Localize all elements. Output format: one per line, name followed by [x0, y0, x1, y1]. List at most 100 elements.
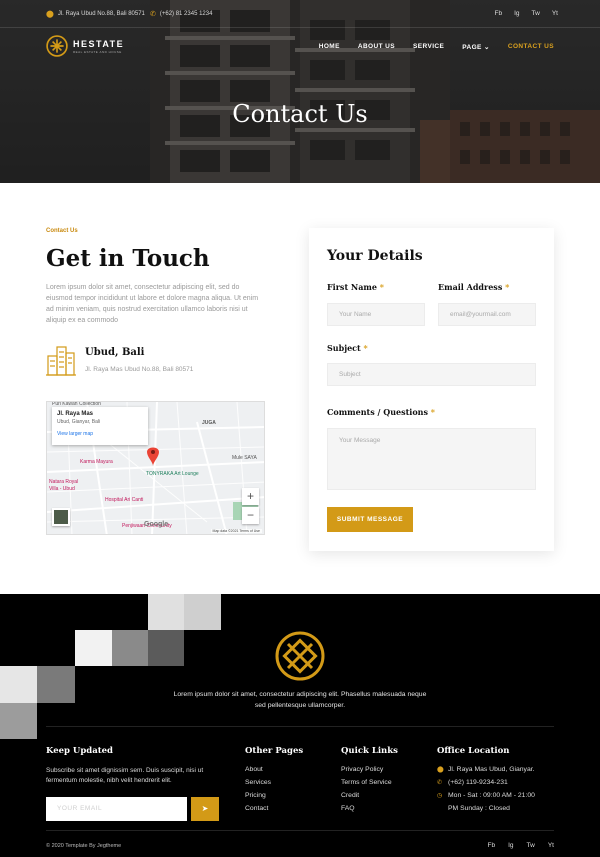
quick-links-title: Quick Links: [341, 746, 398, 756]
keep-updated-text: Subscribe sit amet dignissim sem. Duis s…: [46, 767, 204, 784]
subject-input[interactable]: Subject: [327, 363, 536, 386]
keep-updated-title: Keep Updated: [46, 746, 114, 756]
office-phone-row: ✆ (+62) 119-9234-231: [437, 779, 535, 792]
phone-icon: ✆: [437, 780, 443, 786]
footer-link-privacy[interactable]: Privacy Policy: [341, 766, 392, 779]
office-location-title: Office Location: [437, 746, 510, 756]
subject-label: Subject *: [327, 343, 368, 353]
first-name-label: First Name *: [327, 282, 384, 292]
map-pin-icon: ⬤: [437, 767, 444, 773]
comments-label: Comments / Questions *: [327, 407, 435, 417]
required-mark: *: [505, 282, 510, 292]
topbar-phone: ✆ (+62) 81 2345 1234: [150, 11, 213, 18]
footer-social-links: Fb Ig Tw Yt: [488, 842, 554, 849]
location-address: Jl. Raya Mas Ubud No.88, Bali 80571: [85, 366, 194, 373]
quick-links-list: Privacy Policy Terms of Service Credit F…: [341, 766, 392, 818]
nav-page-label: PAGE: [462, 44, 482, 51]
phone-icon: ✆: [150, 11, 156, 18]
other-pages-list: About Services Pricing Contact: [245, 766, 271, 818]
footer-link-faq[interactable]: FAQ: [341, 805, 392, 818]
footer-link-about[interactable]: About: [245, 766, 271, 779]
map-attribution: Map data ©2021 Terms of Use: [210, 529, 262, 533]
required-mark: *: [430, 407, 435, 417]
topbar-social-links: Fb Ig Tw Yt: [495, 10, 558, 17]
footer-logo-icon: [275, 631, 325, 681]
decor-square: [75, 630, 112, 666]
map-satellite-toggle[interactable]: [52, 508, 70, 526]
footer-social-youtube[interactable]: Yt: [548, 842, 554, 849]
newsletter-send-button[interactable]: ➤: [191, 797, 219, 821]
office-hours-2: PM Sunday : Closed: [448, 805, 510, 812]
map-label: Puri Kawan Collection: [52, 401, 101, 407]
map-zoom-in-button[interactable]: +: [242, 488, 259, 505]
footer-bottom-divider: [46, 830, 554, 831]
logo-name: HESTATE: [73, 38, 125, 49]
contact-form-card: Your Details First Name * Your Name Emai…: [309, 228, 554, 551]
comments-textarea[interactable]: Your Message: [327, 428, 536, 490]
office-hours-1: Mon - Sat : 09:00 AM - 21:00: [448, 792, 535, 799]
view-larger-map-link[interactable]: View larger map: [57, 431, 143, 437]
email-input[interactable]: email@yourmail.com: [438, 303, 536, 326]
decor-square: [148, 594, 184, 630]
map-label: Mule SAYA: [232, 455, 257, 461]
map-label: JUGA: [202, 420, 216, 426]
nav-about-us[interactable]: ABOUT US: [358, 43, 395, 51]
footer-social-twitter[interactable]: Tw: [527, 842, 535, 849]
footer-social-facebook[interactable]: Fb: [488, 842, 496, 849]
email-label-text: Email Address: [438, 282, 503, 292]
decor-square: [112, 630, 148, 666]
nav-page[interactable]: PAGE ⌄: [462, 43, 490, 51]
footer-link-services[interactable]: Services: [245, 779, 271, 792]
section-heading: Get in Touch: [46, 245, 210, 272]
embedded-map[interactable]: Jl. Raya Mas Ubud, Gianyar, Bali View la…: [46, 401, 265, 535]
social-link-facebook[interactable]: Fb: [495, 10, 503, 17]
location-city: Ubud, Bali: [85, 347, 145, 358]
decor-square: [0, 666, 37, 703]
required-mark: *: [363, 343, 368, 353]
office-hours-row: ◷ Mon - Sat : 09:00 AM - 21:00: [437, 792, 535, 805]
section-lead: Lorem ipsum dolor sit amet, consectetur …: [46, 284, 259, 324]
decor-square: [184, 594, 221, 630]
decor-square: [148, 630, 184, 666]
map-zoom-out-button[interactable]: −: [242, 507, 259, 524]
clock-icon: ◷: [437, 793, 443, 799]
nav-home[interactable]: HOME: [319, 43, 340, 51]
logo-icon: [46, 35, 68, 57]
map-label: Hospital Ari Canti: [105, 497, 144, 503]
nav-contact-us[interactable]: CONTACT US: [508, 43, 554, 51]
map-label: Villa - Ubud: [49, 486, 75, 492]
hero-banner: ⬤ Jl. Raya Ubud No.88, Bali 80571 ✆ (+62…: [0, 0, 600, 183]
main-nav: HOME ABOUT US SERVICE PAGE ⌄ CONTACT US: [319, 43, 554, 51]
decor-square: [37, 666, 75, 703]
map-info-card: Jl. Raya Mas Ubud, Gianyar, Bali View la…: [52, 407, 148, 445]
office-address-row: ⬤ Jl. Raya Mas Ubud, Gianyar.: [437, 766, 535, 779]
first-name-input[interactable]: Your Name: [327, 303, 425, 326]
footer-link-contact[interactable]: Contact: [245, 805, 271, 818]
other-pages-title: Other Pages: [245, 746, 304, 756]
office-hours-row-2: PM Sunday : Closed: [437, 805, 535, 818]
copyright-text: © 2020 Template By Jegtheme: [46, 843, 122, 849]
footer-social-instagram[interactable]: Ig: [508, 842, 513, 849]
logo-tagline: REAL ESTATE AND HOUSE: [73, 49, 122, 54]
site-logo[interactable]: HESTATE REAL ESTATE AND HOUSE: [46, 35, 124, 57]
social-link-twitter[interactable]: Tw: [532, 10, 540, 17]
paper-plane-icon: ➤: [201, 804, 209, 813]
chevron-down-icon: ⌄: [484, 44, 490, 51]
subject-label-text: Subject: [327, 343, 361, 353]
footer-link-terms[interactable]: Terms of Service: [341, 779, 392, 792]
topbar-address: ⬤ Jl. Raya Ubud No.88, Bali 80571: [46, 11, 145, 18]
section-eyebrow: Contact Us: [46, 228, 78, 234]
first-name-label-text: First Name: [327, 282, 377, 292]
social-link-youtube[interactable]: Yt: [552, 10, 558, 17]
required-mark: *: [379, 282, 384, 292]
page-title: Contact Us: [232, 100, 368, 128]
footer-link-pricing[interactable]: Pricing: [245, 792, 271, 805]
social-link-instagram[interactable]: Ig: [514, 10, 519, 17]
newsletter-email-input[interactable]: YOUR EMAIL: [46, 797, 187, 821]
map-card-subtitle: Ubud, Gianyar, Bali: [57, 419, 101, 425]
nav-service[interactable]: SERVICE: [413, 43, 444, 51]
submit-message-button[interactable]: SUBMIT MESSAGE: [327, 507, 413, 532]
map-card-title: Jl. Raya Mas: [57, 411, 94, 417]
footer-link-credit[interactable]: Credit: [341, 792, 392, 805]
footer-divider: [46, 726, 554, 727]
